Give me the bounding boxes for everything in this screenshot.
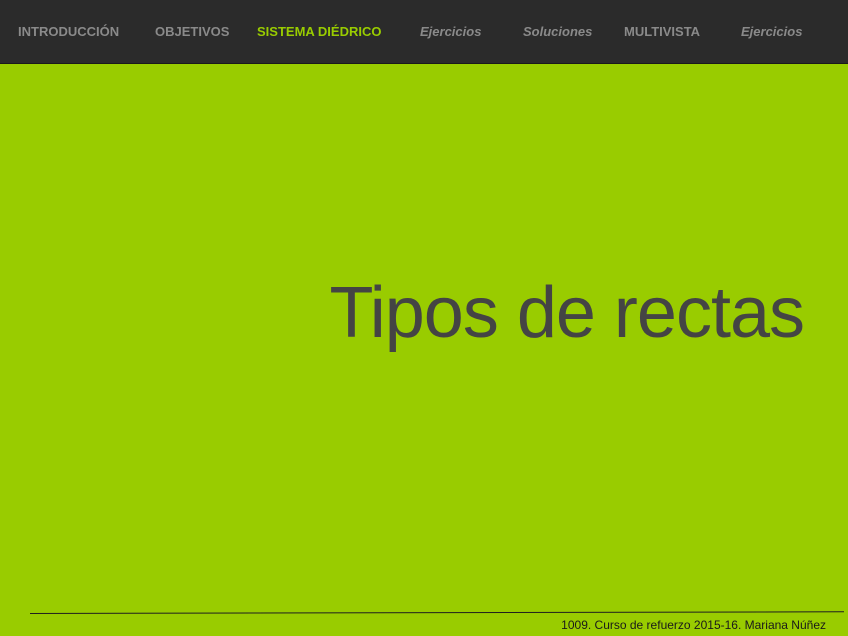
top-navigation-bar: INTRODUCCIÓN OBJETIVOS SISTEMA DIÉDRICO … bbox=[0, 0, 848, 64]
nav-item-objetivos[interactable]: OBJETIVOS bbox=[155, 24, 229, 40]
nav-item-soluciones[interactable]: Soluciones bbox=[523, 24, 592, 40]
nav-item-introduccion[interactable]: INTRODUCCIÓN bbox=[18, 24, 119, 40]
footer-divider bbox=[29, 611, 844, 614]
slide: INTRODUCCIÓN OBJETIVOS SISTEMA DIÉDRICO … bbox=[0, 0, 848, 636]
nav-item-ejercicios-2[interactable]: Ejercicios bbox=[741, 24, 802, 40]
nav-item-ejercicios-1[interactable]: Ejercicios bbox=[420, 24, 481, 40]
footer-credits: 1009. Curso de refuerzo 2015-16. Mariana… bbox=[561, 618, 826, 632]
nav-item-multivista[interactable]: MULTIVISTA bbox=[624, 24, 700, 40]
slide-title: Tipos de rectas bbox=[329, 273, 805, 353]
nav-item-sistema-diedrico[interactable]: SISTEMA DIÉDRICO bbox=[257, 24, 381, 40]
